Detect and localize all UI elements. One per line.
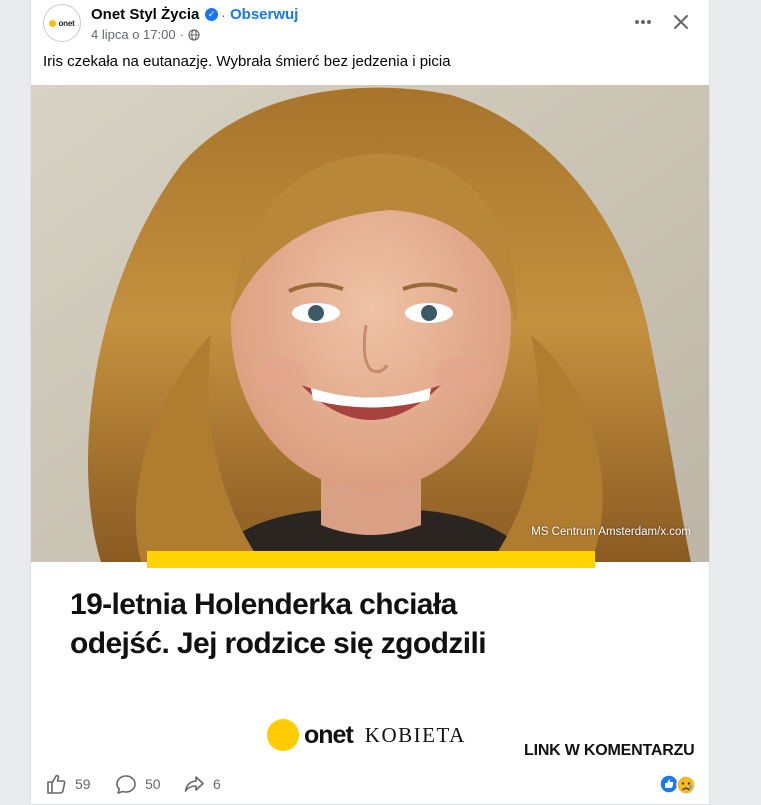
follow-button[interactable]: Obserwuj: [230, 6, 298, 23]
share-arrow-icon: [184, 776, 204, 792]
like-count: 59: [75, 776, 91, 792]
thumbs-up-icon: [47, 774, 66, 794]
separator-dot: ·: [221, 7, 226, 23]
link-preview-card[interactable]: MS Centrum Amsterdam/x.com 19-letnia Hol…: [31, 85, 709, 763]
sad-reaction-icon: [676, 775, 696, 795]
photo-credit: MS Centrum Amsterdam/x.com: [531, 526, 691, 538]
onet-logo-dot-icon: [267, 719, 299, 751]
close-icon: [674, 15, 688, 29]
comment-button[interactable]: 50: [115, 773, 161, 795]
like-reaction-icon: [659, 774, 679, 794]
avatar-label: onet: [58, 18, 75, 28]
more-options-icon: [635, 20, 651, 24]
portrait-image: [31, 85, 709, 562]
headline-line-2: odejść. Jej rodzice się zgodzili: [70, 627, 487, 660]
brand-name: onet: [304, 720, 354, 749]
post-meta: 4 lipca o 17:00 ·: [91, 27, 200, 42]
post-timestamp[interactable]: 4 lipca o 17:00: [91, 27, 176, 42]
globe-icon: [188, 28, 200, 41]
article-headline: 19-letnia Holenderka chciała odejść. Jej…: [70, 585, 630, 663]
reactions-summary[interactable]: [659, 774, 699, 796]
comment-count: 50: [145, 776, 161, 792]
page-name-link[interactable]: Onet Styl Życia: [91, 6, 199, 23]
headline-line-1: 19-letnia Holenderka chciała: [70, 588, 457, 621]
comment-bubble-icon: [116, 775, 136, 794]
article-photo[interactable]: MS Centrum Amsterdam/x.com: [31, 85, 709, 562]
more-options-button[interactable]: [629, 8, 657, 36]
onet-dot-icon: [49, 19, 57, 27]
brand-section: KOBIETA: [364, 722, 466, 747]
share-count: 6: [213, 776, 221, 792]
post-header: onet Onet Styl Życia ✓ · Obserwuj 4 lipc…: [31, 0, 709, 50]
yellow-accent-bar: [147, 551, 595, 568]
post-card: onet Onet Styl Życia ✓ · Obserwuj 4 lipc…: [30, 0, 710, 805]
page-avatar[interactable]: onet: [43, 4, 81, 42]
meta-separator: ·: [179, 27, 184, 42]
close-button[interactable]: [667, 8, 695, 36]
like-button[interactable]: 59: [45, 773, 91, 795]
post-actions-bar: 59 50 6: [31, 763, 709, 804]
onet-kobieta-logo: onet KOBIETA: [267, 717, 466, 753]
link-in-comment-label: LINK W KOMENTARZU: [524, 742, 695, 759]
post-text: Iris czekała na eutanazję. Wybrała śmier…: [43, 53, 451, 70]
share-button[interactable]: 6: [183, 773, 221, 795]
verified-badge-icon: ✓: [205, 8, 218, 21]
